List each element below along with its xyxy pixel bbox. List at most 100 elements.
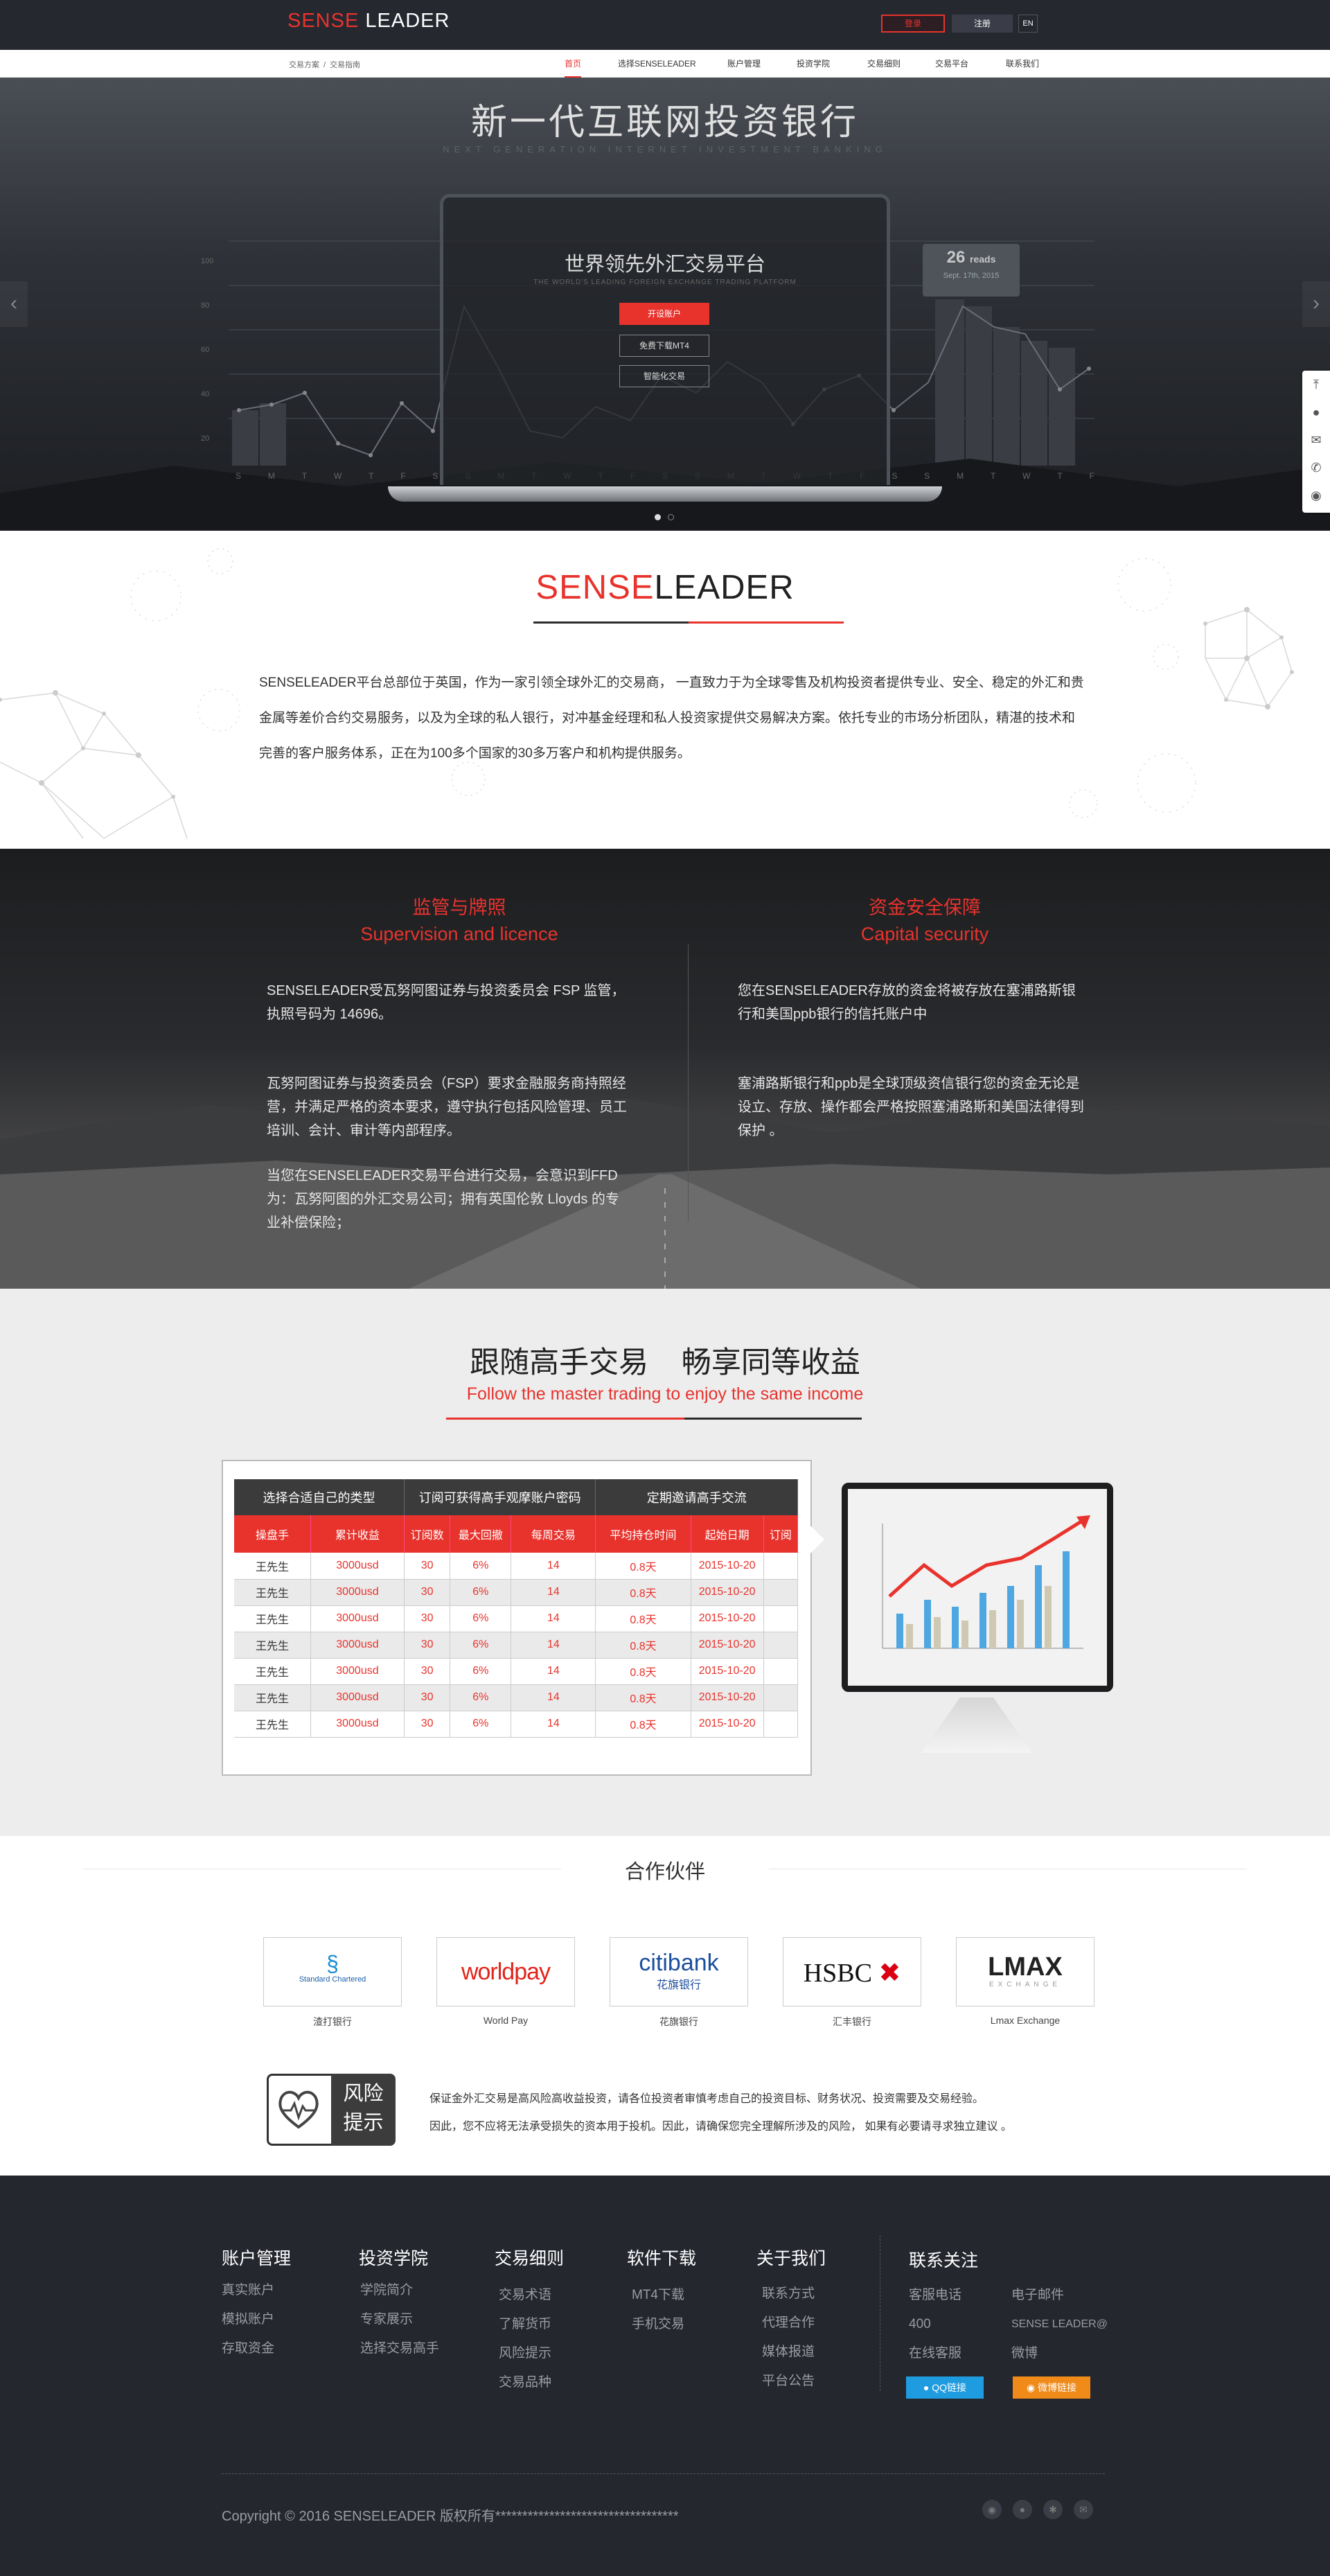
partner-standard-chartered[interactable]: § Standard Chartered <box>263 1937 402 2006</box>
nav-academy[interactable]: 投资学院 <box>797 50 830 78</box>
partner-worldpay[interactable]: worldpay <box>436 1937 575 2006</box>
table-cell: 2015-10-20 <box>691 1658 764 1685</box>
footer-link[interactable]: 选择交易高手 <box>360 2334 439 2363</box>
table-cell: 2015-10-20 <box>691 1579 764 1606</box>
nav-account[interactable]: 账户管理 <box>727 50 761 78</box>
footer-link[interactable]: 专家展示 <box>360 2305 439 2334</box>
weibo-link-button[interactable]: ◉ 微博链接 <box>1013 2376 1090 2399</box>
security-section <box>0 849 1330 1289</box>
standard-chartered-logo-icon: § <box>326 1951 339 1976</box>
mail-icon[interactable]: ✉ <box>1302 426 1330 454</box>
slide-dot[interactable] <box>668 514 674 520</box>
table-cell: 王先生 <box>234 1553 311 1580</box>
column-header: 操盘手 <box>234 1515 311 1553</box>
table-cell: 14 <box>511 1605 596 1632</box>
site-logo[interactable]: SENSE LEADER <box>287 10 450 33</box>
download-mt4-button[interactable]: 免费下载MT4 <box>619 335 709 357</box>
wechat-icon[interactable]: ◉ <box>1302 482 1330 509</box>
table-cell: 6% <box>450 1711 512 1738</box>
y-tick: 20 <box>201 434 210 443</box>
smart-trading-button[interactable]: 智能化交易 <box>619 365 709 387</box>
table-cell: 0.8天 <box>595 1579 691 1606</box>
table-cell: 6% <box>450 1658 512 1685</box>
qq-link-button[interactable]: ● QQ链接 <box>906 2376 984 2399</box>
contact-title: 联系关注 <box>909 2251 979 2270</box>
follow-underline-accent <box>446 1418 684 1420</box>
nav-contact[interactable]: 联系我们 <box>1006 50 1039 78</box>
about-underline-accent <box>689 621 844 624</box>
group-header: 选择合适自己的类型 <box>234 1479 405 1515</box>
footer-link[interactable]: 联系方式 <box>762 2279 815 2309</box>
footer-link[interactable]: 平台公告 <box>762 2367 815 2396</box>
footer-link[interactable]: 交易术语 <box>499 2281 551 2310</box>
contact-left-list: 客服电话 400 在线客服 <box>909 2281 961 2368</box>
x-tick: F <box>400 471 406 481</box>
footer-link[interactable]: 真实账户 <box>222 2276 274 2305</box>
table-cell: 30 <box>404 1553 451 1580</box>
back-to-top-icon[interactable]: ⤒ <box>1302 371 1330 398</box>
prev-slide-arrow-icon[interactable]: ‹ <box>0 281 28 327</box>
register-button[interactable]: 注册 <box>952 15 1013 33</box>
partner-label: Lmax Exchange <box>990 2015 1061 2026</box>
y-tick: 100 <box>201 257 214 265</box>
footer-col-title: 投资学院 <box>359 2249 429 2268</box>
partner-citibank[interactable]: citibank 花旗银行 <box>610 1937 748 2006</box>
table-cell: 6% <box>450 1605 512 1632</box>
table-cell[interactable] <box>763 1553 799 1580</box>
mail-icon[interactable]: ✉ <box>1074 2500 1093 2519</box>
weibo-icon[interactable]: ✱ <box>1043 2500 1063 2519</box>
footer-link[interactable]: 交易品种 <box>499 2368 551 2397</box>
table-cell: 14 <box>511 1579 596 1606</box>
footer-link[interactable]: 模拟账户 <box>222 2305 274 2334</box>
group-header: 定期邀请高手交流 <box>595 1479 798 1515</box>
table-cell: 0.8天 <box>595 1684 691 1711</box>
partner-logo-sub: EXCHANGE <box>988 1981 1062 1988</box>
phone-icon[interactable]: ✆ <box>1302 454 1330 482</box>
table-cell: 0.8天 <box>595 1658 691 1685</box>
qq-icon[interactable]: ● <box>1013 2500 1032 2519</box>
partner-lmax[interactable]: LMAX EXCHANGE <box>956 1937 1094 2006</box>
contact-item[interactable]: 在线客服 <box>909 2339 961 2368</box>
breadcrumb-item[interactable]: 交易方案 <box>289 61 319 69</box>
x-tick: T <box>301 471 308 481</box>
footer-link[interactable]: 手机交易 <box>632 2310 684 2339</box>
footer-link[interactable]: 学院简介 <box>360 2276 439 2305</box>
slide-dot[interactable] <box>655 514 661 520</box>
contact-item[interactable]: 微博 <box>1011 2339 1108 2368</box>
table-cell: 3000usd <box>310 1658 405 1685</box>
login-button[interactable]: 登录 <box>881 15 945 33</box>
footer-link[interactable]: 风险提示 <box>499 2339 551 2368</box>
table-cell: 30 <box>404 1605 451 1632</box>
footer-link[interactable]: 代理合作 <box>762 2309 815 2338</box>
footer-rule <box>222 2473 1105 2474</box>
table-cell[interactable] <box>763 1711 799 1738</box>
footer-link[interactable]: 媒体报道 <box>762 2338 815 2367</box>
table-cell: 王先生 <box>234 1711 311 1738</box>
language-button[interactable]: EN <box>1018 15 1038 33</box>
hero-title: 新一代互联网投资银行 <box>470 103 859 143</box>
next-slide-arrow-icon[interactable]: › <box>1302 281 1330 327</box>
footer-link[interactable]: 存取资金 <box>222 2334 274 2363</box>
table-cell[interactable] <box>763 1579 799 1606</box>
table-cell[interactable] <box>763 1684 799 1711</box>
partner-hsbc[interactable]: HSBC ✖ <box>783 1937 921 2006</box>
wechat-icon[interactable]: ◉ <box>982 2500 1002 2519</box>
table-cell[interactable] <box>763 1632 799 1659</box>
qq-icon: ● <box>923 2382 932 2393</box>
table-cell: 30 <box>404 1632 451 1659</box>
footer-link[interactable]: 了解货币 <box>499 2310 551 2339</box>
open-account-button[interactable]: 开设账户 <box>619 303 709 325</box>
table-cell[interactable] <box>763 1658 799 1685</box>
table-cell: 2015-10-20 <box>691 1605 764 1632</box>
nav-rules[interactable]: 交易细则 <box>867 50 901 78</box>
table-cell: 3000usd <box>310 1579 405 1606</box>
table-cell[interactable] <box>763 1605 799 1632</box>
footer-link[interactable]: MT4下载 <box>632 2281 684 2310</box>
nav-choose[interactable]: 选择SENSELEADER <box>618 50 696 78</box>
nav-platform[interactable]: 交易平台 <box>935 50 968 78</box>
nav-home[interactable]: 首页 <box>565 50 582 78</box>
table-cell: 0.8天 <box>595 1605 691 1632</box>
qq-icon[interactable]: ● <box>1302 398 1330 426</box>
contact-item: 400 <box>909 2317 931 2331</box>
breadcrumb-item[interactable]: 交易指南 <box>330 61 360 69</box>
